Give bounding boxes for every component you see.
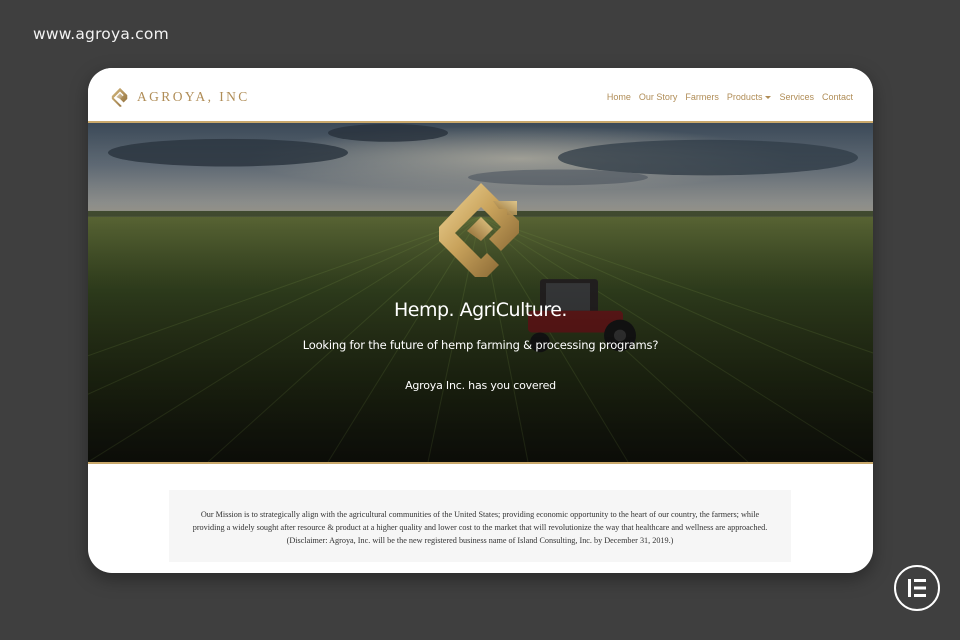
agroya-emblem-icon xyxy=(439,183,519,277)
mission-statement-box: Our Mission is to strategically align wi… xyxy=(169,490,791,562)
agroya-logo-icon xyxy=(111,87,128,107)
website-preview-card: AGROYA, INC Home Our Story Farmers Produ… xyxy=(88,68,873,573)
nav-services-link[interactable]: Services xyxy=(779,92,814,102)
hero-dark-overlay xyxy=(88,123,873,462)
site-url-label: www.agroya.com xyxy=(33,25,169,43)
mission-disclaimer: (Disclaimer: Agroya, Inc. will be the ne… xyxy=(286,536,674,545)
brand-name: AGROYA, INC xyxy=(137,89,250,104)
elementor-e-glyph-icon xyxy=(908,579,926,597)
mission-line-1: Our Mission is to strategically align wi… xyxy=(200,510,760,519)
nav-products-label: Products xyxy=(726,92,763,102)
hero-subtitle: Looking for the future of hemp farming &… xyxy=(302,338,659,352)
main-nav: Home Our Story Farmers Products Services… xyxy=(607,92,853,102)
hero-title: Hemp. AgriCulture. xyxy=(394,299,567,321)
nav-our-story-link[interactable]: Our Story xyxy=(639,92,678,102)
top-navbar: AGROYA, INC Home Our Story Farmers Produ… xyxy=(88,68,873,122)
chevron-down-icon xyxy=(765,95,772,99)
hero-banner: Hemp. AgriCulture. Looking for the futur… xyxy=(88,121,873,464)
mission-line-2: providing a widely sought after resource… xyxy=(192,523,768,532)
nav-home-link[interactable]: Home xyxy=(607,92,631,102)
nav-contact-link[interactable]: Contact xyxy=(822,92,853,102)
hero-tagline: Agroya Inc. has you covered xyxy=(405,379,556,392)
nav-farmers-link[interactable]: Farmers xyxy=(685,92,719,102)
elementor-logo-icon[interactable] xyxy=(894,565,940,611)
nav-products-dropdown[interactable]: Products xyxy=(727,92,772,102)
brand[interactable]: AGROYA, INC xyxy=(110,87,250,107)
